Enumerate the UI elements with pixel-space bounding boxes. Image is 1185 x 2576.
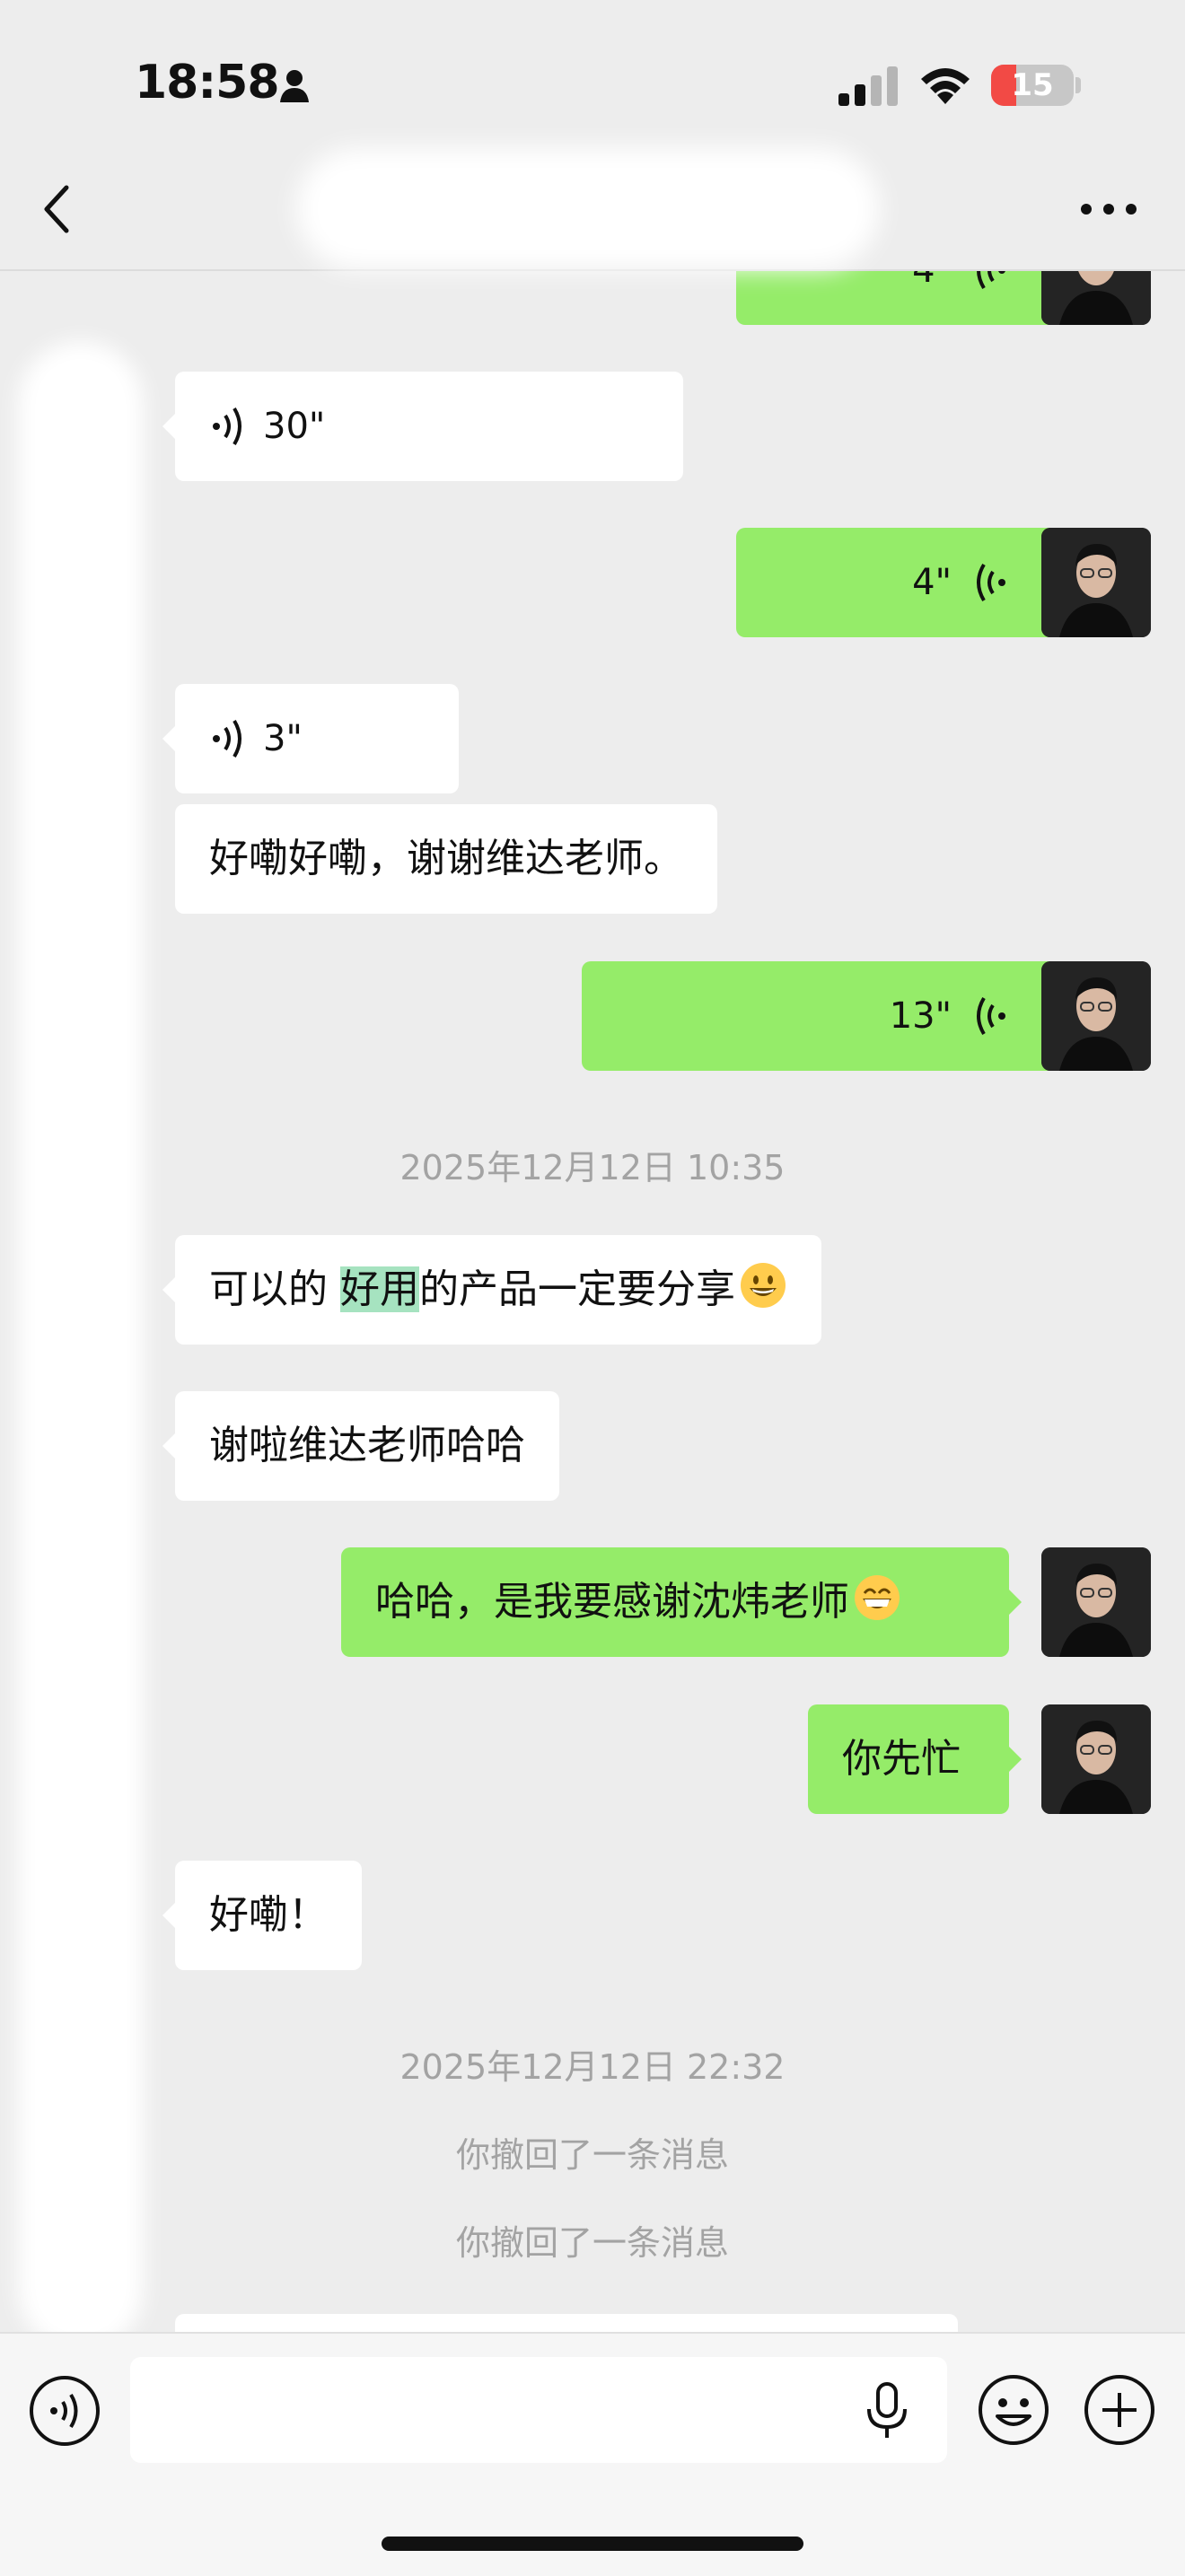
cellular-signal-icon <box>838 66 898 106</box>
plus-icon[interactable] <box>1083 2373 1156 2447</box>
timestamp: 2025年12月12日 22:32 <box>399 2047 786 2087</box>
text-message-incoming[interactable]: 可以的 好用的产品一定要分享 <box>162 1235 821 1345</box>
avatar[interactable] <box>1041 961 1151 1071</box>
nav-bar <box>0 148 1185 271</box>
voice-message-incoming[interactable]: 30" <box>162 372 683 481</box>
message-text: 可以的 <box>209 1266 340 1312</box>
battery-level: 15 <box>1011 67 1054 103</box>
message-text: 哈哈，是我要感谢沈炜老师 <box>375 1579 849 1625</box>
text-message-outgoing[interactable]: 哈哈，是我要感谢沈炜老师 <box>341 1547 1022 1657</box>
emoji-icon[interactable] <box>977 2373 1050 2447</box>
text-message-incoming[interactable]: 好嘞！ <box>162 1861 362 1970</box>
timestamp: 2025年12月12日 10:35 <box>399 1148 786 1187</box>
battery-indicator: 15 <box>991 65 1074 106</box>
voice-wave-icon <box>977 996 1005 1036</box>
voice-message-incoming[interactable]: 3" <box>162 684 459 793</box>
text-message-incoming[interactable]: 好嘞好嘞，谢谢维达老师。 <box>175 804 717 914</box>
grinning-face-emoji-icon <box>741 1263 786 1308</box>
status-bar: 18:58 15 <box>0 0 1185 162</box>
voice-duration: 3" <box>263 718 303 759</box>
microphone-icon[interactable] <box>864 2382 910 2440</box>
message-text: 的产品一定要分享 <box>419 1266 735 1312</box>
voice-message-outgoing[interactable]: 4" <box>736 528 1070 637</box>
voice-wave-icon <box>977 563 1005 602</box>
avatar[interactable] <box>1041 1547 1151 1657</box>
voice-input-toggle-icon[interactable] <box>29 2375 101 2447</box>
highlighted-text[interactable]: 好用 <box>340 1266 419 1312</box>
input-bar <box>0 2332 1185 2576</box>
message-text: 好嘞好嘞，谢谢维达老师。 <box>209 836 683 881</box>
avatar[interactable] <box>1041 1704 1151 1814</box>
more-dots-icon[interactable] <box>1077 200 1140 218</box>
home-indicator <box>382 2537 803 2551</box>
battery-tip <box>1075 77 1081 93</box>
message-text: 你先忙 <box>842 1736 961 1782</box>
recall-notice: 你撤回了一条消息 <box>455 2223 729 2263</box>
status-time: 18:58 <box>135 56 280 110</box>
wifi-icon <box>921 68 970 104</box>
recall-notice: 你撤回了一条消息 <box>455 2135 729 2175</box>
text-message-incoming[interactable]: 谢啦维达老师哈哈 <box>162 1391 559 1501</box>
message-text: 好嘞！ <box>209 1892 328 1938</box>
chevron-left-icon[interactable] <box>36 182 81 236</box>
voice-wave-icon <box>213 719 241 758</box>
person-icon <box>280 70 309 102</box>
avatar[interactable] <box>1041 528 1151 637</box>
blurred-avatar-column <box>18 341 144 2334</box>
voice-wave-icon <box>213 407 241 446</box>
text-message-outgoing[interactable]: 你先忙 <box>808 1704 1022 1814</box>
chat-title-redacted <box>296 148 880 269</box>
message-text: 谢啦维达老师哈哈 <box>209 1423 525 1468</box>
voice-duration: 30" <box>263 406 326 447</box>
partial-message-bubble <box>175 2314 958 2334</box>
message-input[interactable] <box>130 2357 947 2463</box>
voice-duration: 4" <box>912 562 952 603</box>
voice-message-outgoing[interactable]: 13" <box>582 961 1070 1071</box>
voice-duration: 13" <box>889 995 952 1037</box>
beaming-face-emoji-icon <box>855 1575 900 1620</box>
chat-area[interactable]: 4" 30" 4" 3" 好嘞好嘞，谢谢维达老师。 13" 2025年12月12… <box>0 0 1185 2334</box>
